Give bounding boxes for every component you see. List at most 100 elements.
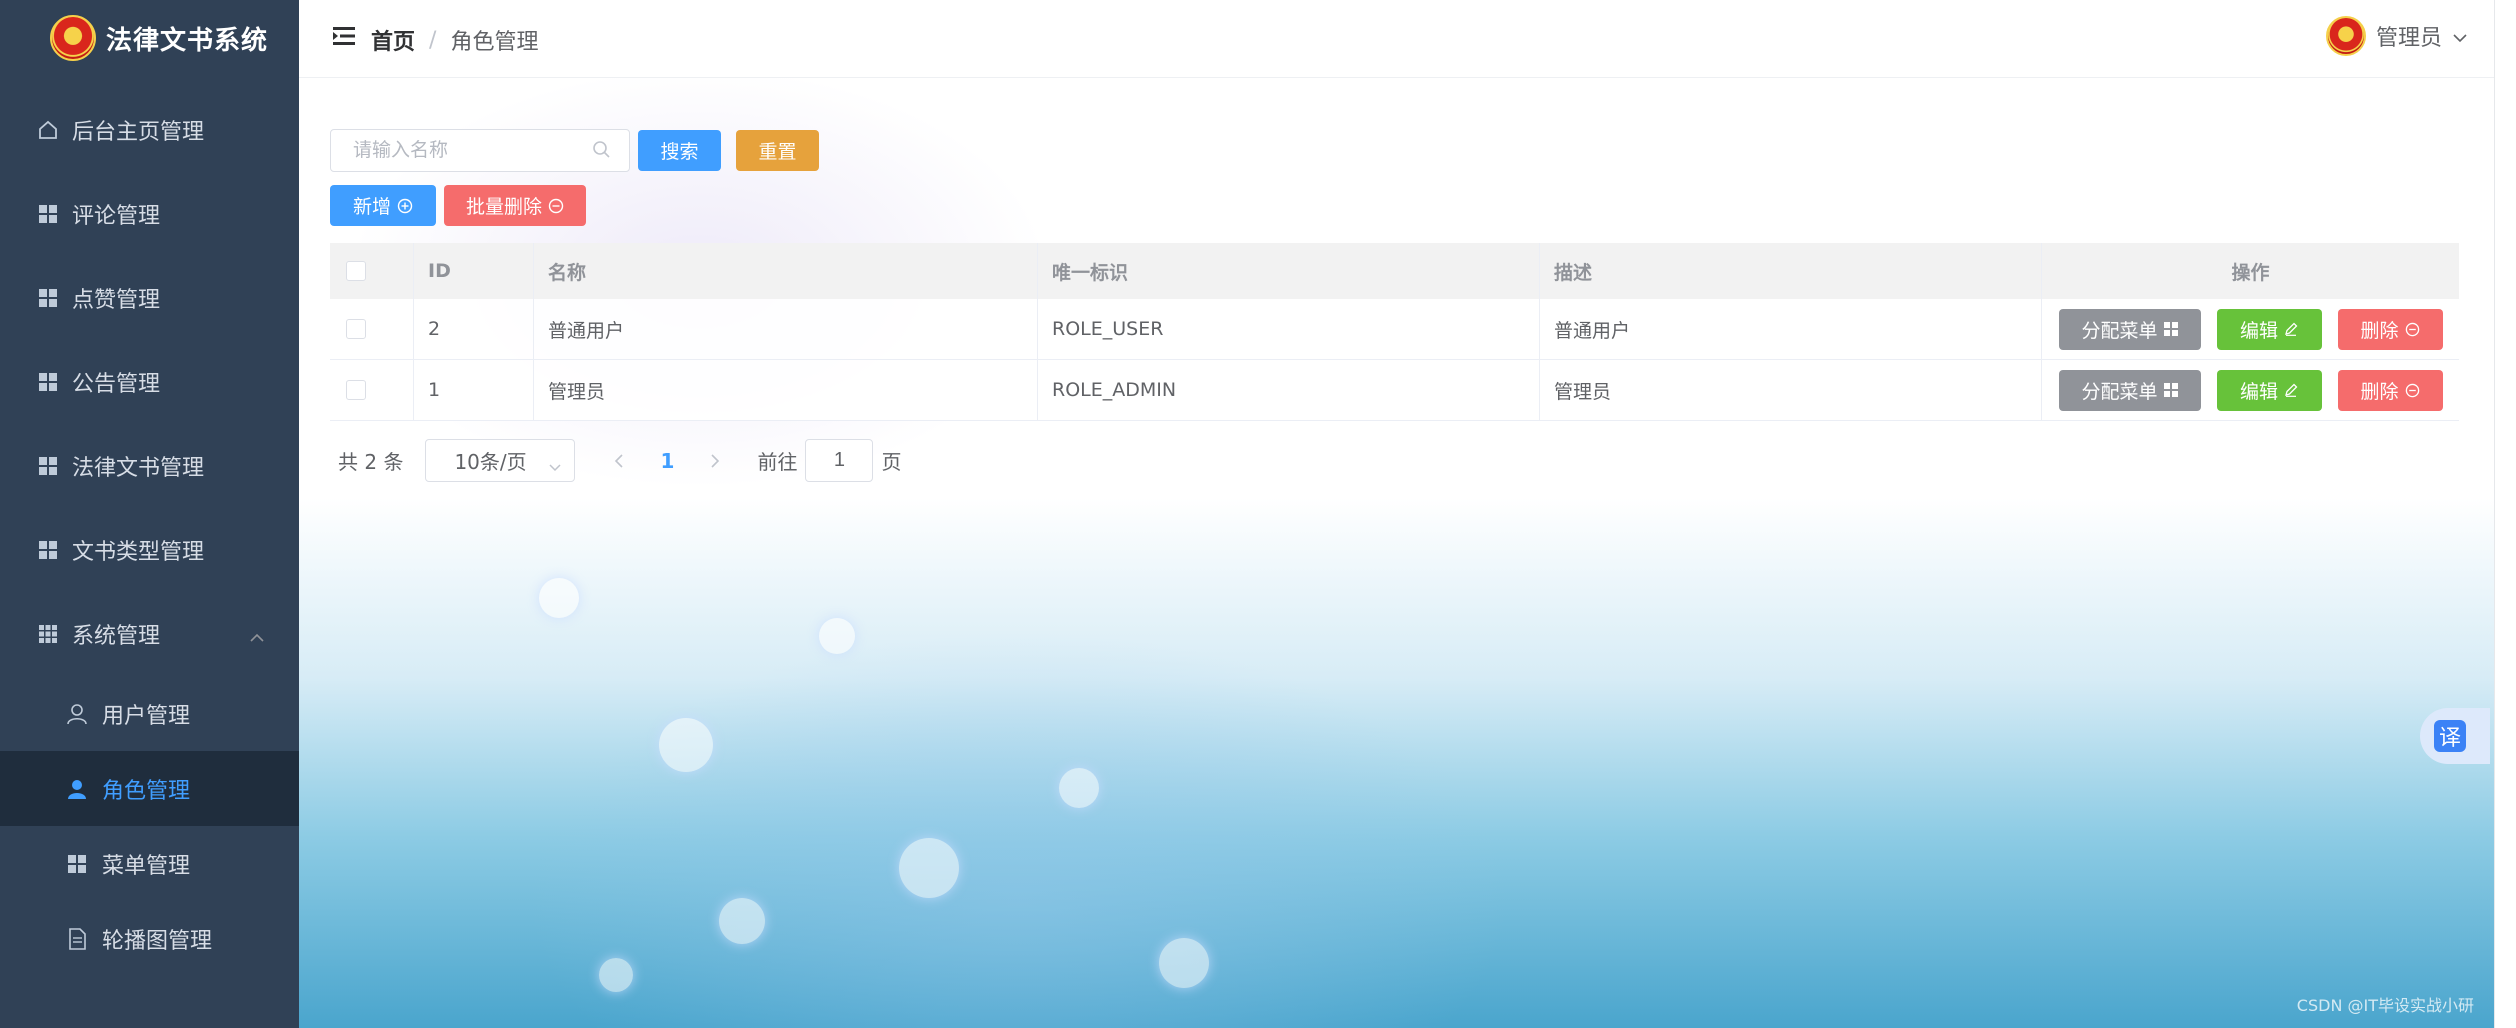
user-icon	[66, 703, 88, 725]
minus-circle-icon	[2405, 322, 2420, 337]
sidebar-item-roles[interactable]: 角色管理	[0, 751, 299, 826]
cell-description: 管理员	[1540, 360, 2042, 420]
header: 首页 / 角色管理 管理员	[299, 0, 2516, 78]
row-checkbox[interactable]	[346, 319, 366, 339]
sidebar-item-menus[interactable]: 菜单管理	[0, 826, 299, 901]
sidebar-item-dashboard[interactable]: 后台主页管理	[0, 88, 299, 172]
sidebar-item-notices[interactable]: 公告管理	[0, 340, 299, 424]
user-name: 管理员	[2375, 26, 2442, 51]
edit-label: 编辑	[2239, 319, 2278, 342]
logo: 法律文书系统	[0, 0, 299, 76]
user-filled-icon	[66, 778, 88, 800]
row-select	[330, 299, 414, 359]
home-icon	[36, 118, 60, 142]
page-number[interactable]: 1	[639, 449, 695, 473]
sidebar-item-label: 菜单管理	[102, 853, 191, 879]
breadcrumb: 首页 / 角色管理	[371, 24, 538, 56]
edit-icon	[2284, 322, 2298, 336]
minus-circle-icon	[548, 198, 564, 214]
batch-delete-label: 批量删除	[465, 197, 542, 218]
user-menu[interactable]: 管理员	[2325, 16, 2468, 56]
sidebar-item-label: 点赞管理	[72, 288, 161, 313]
roles-table: ID 名称 唯一标识 描述 操作 2 普通用户 ROLE_USER 普通用户 分…	[330, 243, 2459, 421]
delete-button[interactable]: 删除	[2337, 308, 2443, 350]
grid-icon	[36, 454, 60, 478]
page-size-value: 10条/页	[454, 450, 527, 474]
delete-button[interactable]: 删除	[2337, 369, 2443, 411]
grid-icon	[36, 286, 60, 310]
add-button-label: 新增	[352, 197, 391, 218]
row-select	[330, 360, 414, 420]
cell-id: 1	[414, 360, 534, 420]
chevron-down-icon	[548, 454, 562, 478]
sidebar-item-likes[interactable]: 点赞管理	[0, 256, 299, 340]
search-input[interactable]	[330, 129, 630, 172]
batch-delete-button[interactable]: 批量删除	[444, 185, 586, 226]
assign-menu-button[interactable]: 分配菜单	[2058, 308, 2201, 350]
grid-icon	[36, 370, 60, 394]
apps-icon	[36, 622, 60, 646]
avatar	[2325, 16, 2366, 56]
select-all-checkbox[interactable]	[346, 261, 366, 281]
sidebar-item-label: 文书类型管理	[72, 540, 205, 565]
sidebar-menu: 后台主页管理 评论管理 点赞管理 公告管理 法律文书管理 文书类型管理 系统管理…	[0, 88, 299, 976]
add-button[interactable]: 新增	[330, 185, 436, 226]
emblem-icon	[50, 15, 96, 61]
sidebar-item-label: 后台主页管理	[72, 120, 205, 145]
main-content	[299, 78, 2494, 1028]
edit-button[interactable]: 编辑	[2216, 308, 2322, 350]
right-edge-strip	[2494, 0, 2516, 1028]
sidebar-item-comments[interactable]: 评论管理	[0, 172, 299, 256]
grid-icon	[2163, 383, 2178, 397]
row-checkbox[interactable]	[346, 380, 366, 400]
sidebar-item-label: 轮播图管理	[102, 928, 213, 954]
table-row: 2 普通用户 ROLE_USER 普通用户 分配菜单 编辑 删除	[330, 299, 2459, 360]
search-button[interactable]: 搜索	[638, 130, 721, 171]
chevron-left-icon[interactable]	[599, 453, 639, 469]
hamburger-icon[interactable]	[333, 26, 355, 50]
column-header-id: ID	[414, 243, 534, 299]
chevron-right-icon[interactable]	[695, 453, 735, 469]
sidebar-item-documents[interactable]: 法律文书管理	[0, 424, 299, 508]
cell-id: 2	[414, 299, 534, 359]
table-row: 1 管理员 ROLE_ADMIN 管理员 分配菜单 编辑 删除	[330, 360, 2459, 421]
decorative-flower	[719, 898, 765, 944]
sidebar-item-doc-types[interactable]: 文书类型管理	[0, 508, 299, 592]
decorative-flower	[599, 958, 633, 992]
column-header-actions: 操作	[2231, 261, 2270, 284]
translate-icon: 译	[2434, 720, 2466, 752]
page-size-select[interactable]: 10条/页	[425, 439, 576, 482]
cell-code: ROLE_ADMIN	[1038, 360, 1540, 420]
sidebar-item-label: 用户管理	[102, 703, 191, 729]
cell-code: ROLE_USER	[1038, 299, 1540, 359]
reset-button[interactable]: 重置	[736, 130, 819, 171]
sidebar-item-carousel[interactable]: 轮播图管理	[0, 901, 299, 976]
cell-actions: 分配菜单 编辑 删除	[2042, 299, 2459, 359]
translate-widget[interactable]: 译	[2420, 708, 2490, 764]
sidebar-item-label: 评论管理	[72, 204, 161, 229]
sidebar: 法律文书系统 后台主页管理 评论管理 点赞管理 公告管理 法律文书管理 文书类型…	[0, 0, 299, 1028]
cell-name: 管理员	[534, 360, 1038, 420]
plus-circle-icon	[397, 198, 413, 214]
chevron-up-icon	[249, 624, 265, 649]
decorative-flower	[1059, 768, 1099, 808]
pagination: 共 2 条 10条/页 1 前往 页	[338, 439, 901, 482]
edit-button[interactable]: 编辑	[2216, 369, 2322, 411]
assign-menu-label: 分配菜单	[2081, 319, 2158, 342]
grid-icon	[2163, 322, 2178, 336]
sidebar-item-system[interactable]: 系统管理	[0, 592, 299, 676]
table-header: ID 名称 唯一标识 描述 操作	[330, 243, 2459, 299]
assign-menu-button[interactable]: 分配菜单	[2058, 369, 2201, 411]
app-title: 法律文书系统	[106, 25, 269, 56]
decorative-flower	[539, 578, 579, 618]
edit-label: 编辑	[2239, 380, 2278, 403]
header-select-all	[330, 243, 414, 299]
goto-page-input[interactable]	[805, 439, 874, 482]
search-icon	[592, 140, 612, 164]
breadcrumb-current: 角色管理	[450, 30, 539, 55]
sidebar-item-users[interactable]: 用户管理	[0, 676, 299, 751]
edit-icon	[2284, 383, 2298, 397]
column-header-name: 名称	[534, 243, 1038, 299]
delete-label: 删除	[2360, 319, 2399, 342]
breadcrumb-home[interactable]: 首页	[371, 24, 415, 56]
